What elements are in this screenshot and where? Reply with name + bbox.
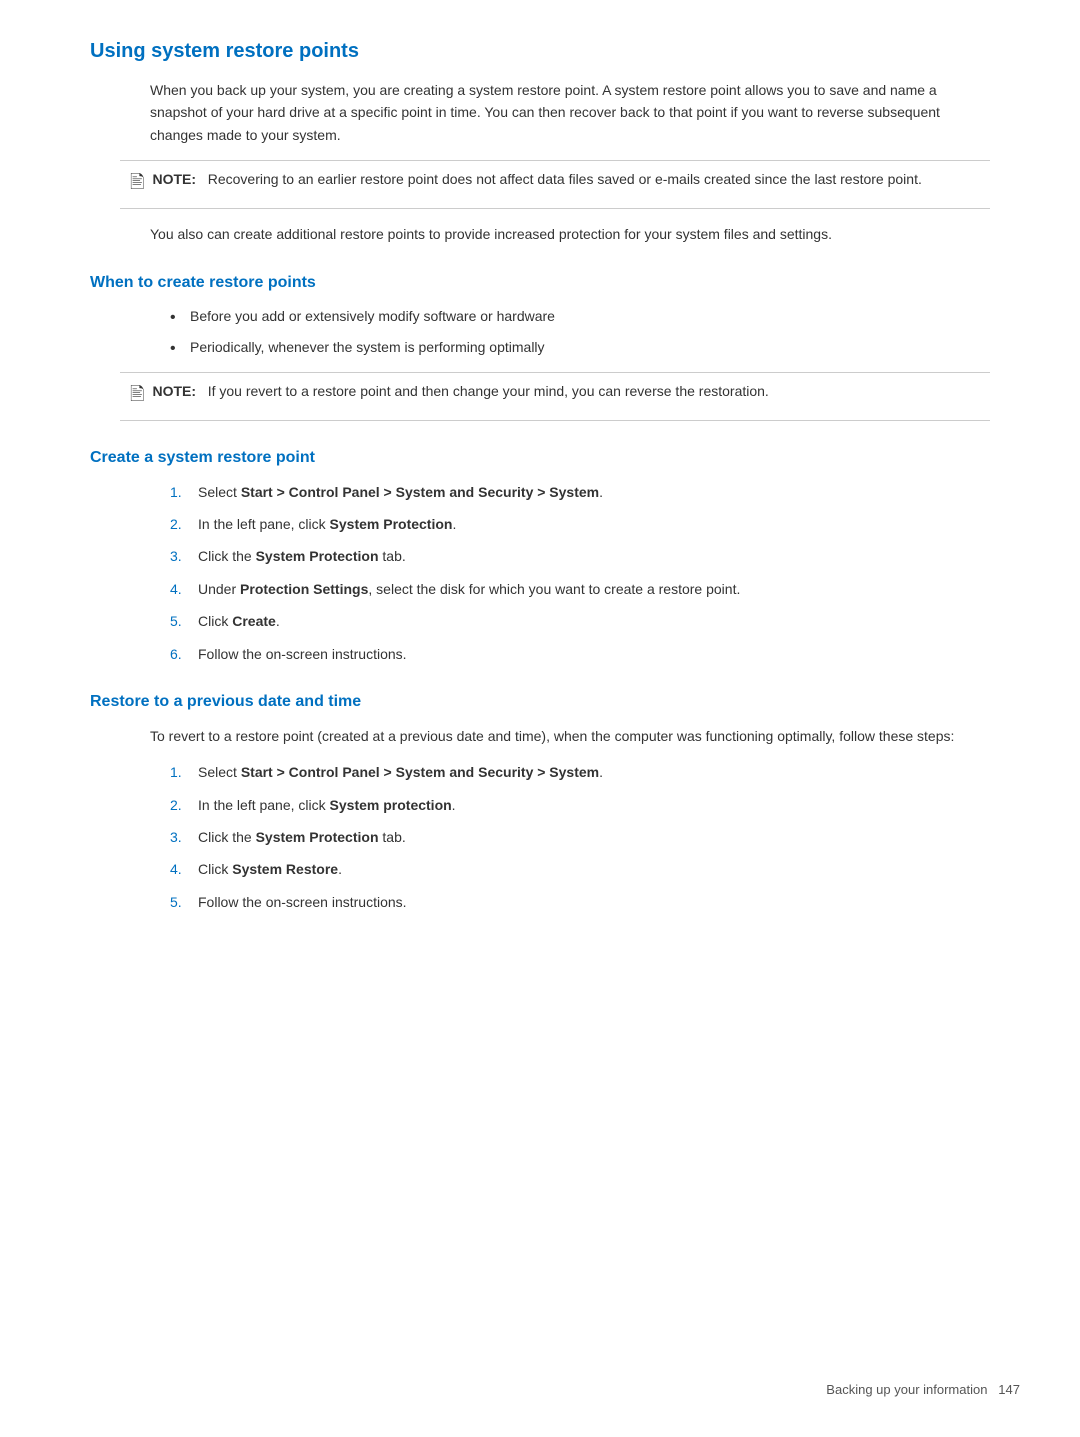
step-number: 5.: [170, 610, 182, 632]
step-text: In the left pane, click System Protectio…: [198, 516, 456, 532]
when-title: When to create restore points: [90, 274, 990, 292]
step-number: 2.: [170, 794, 182, 816]
step-text: Click Create.: [198, 613, 280, 629]
list-item: 1. Select Start > Control Panel > System…: [170, 761, 990, 783]
step-number: 5.: [170, 891, 182, 913]
when-bullet-list: Before you add or extensively modify sof…: [170, 306, 990, 358]
list-item: 4. Under Protection Settings, select the…: [170, 578, 990, 600]
list-item: Before you add or extensively modify sof…: [170, 306, 990, 327]
list-item: 2. In the left pane, click System Protec…: [170, 513, 990, 535]
additional-text: You also can create additional restore p…: [150, 223, 990, 245]
list-item: 5. Click Create.: [170, 610, 990, 632]
footer: Backing up your information 147: [826, 1382, 1020, 1397]
note-icon-2: 🖹: [130, 382, 144, 412]
list-item: 6. Follow the on-screen instructions.: [170, 643, 990, 665]
note-content-2: NOTE: If you revert to a restore point a…: [152, 381, 768, 402]
page-number: 147: [998, 1382, 1020, 1397]
step-number: 2.: [170, 513, 182, 535]
step-text: Follow the on-screen instructions.: [198, 646, 407, 662]
step-number: 4.: [170, 578, 182, 600]
step-number: 4.: [170, 858, 182, 880]
step-text: Under Protection Settings, select the di…: [198, 581, 740, 597]
list-item: 5. Follow the on-screen instructions.: [170, 891, 990, 913]
step-number: 6.: [170, 643, 182, 665]
list-item: 1. Select Start > Control Panel > System…: [170, 481, 990, 503]
step-text: Follow the on-screen instructions.: [198, 894, 407, 910]
step-text: In the left pane, click System protectio…: [198, 797, 456, 813]
note-label-1: NOTE:: [152, 171, 196, 187]
step-text: Click System Restore.: [198, 861, 342, 877]
intro-paragraph: When you back up your system, you are cr…: [150, 79, 990, 146]
create-steps-list: 1. Select Start > Control Panel > System…: [170, 481, 990, 665]
step-number: 3.: [170, 545, 182, 567]
create-title: Create a system restore point: [90, 449, 990, 467]
restore-title: Restore to a previous date and time: [90, 693, 990, 711]
list-item: 4. Click System Restore.: [170, 858, 990, 880]
note-label-2: NOTE:: [152, 383, 196, 399]
note-icon-1: 🖹: [130, 170, 144, 200]
step-text: Click the System Protection tab.: [198, 829, 406, 845]
restore-intro: To revert to a restore point (created at…: [150, 725, 990, 747]
list-item: 2. In the left pane, click System protec…: [170, 794, 990, 816]
restore-steps-list: 1. Select Start > Control Panel > System…: [170, 761, 990, 913]
note-text-1: Recovering to an earlier restore point d…: [208, 171, 922, 187]
step-text: Select Start > Control Panel > System an…: [198, 484, 603, 500]
page-content: Using system restore points When you bac…: [90, 40, 990, 913]
step-text: Select Start > Control Panel > System an…: [198, 764, 603, 780]
step-number: 1.: [170, 761, 182, 783]
list-item: Periodically, whenever the system is per…: [170, 337, 990, 358]
list-item: 3. Click the System Protection tab.: [170, 826, 990, 848]
step-number: 3.: [170, 826, 182, 848]
note-content-1: NOTE: Recovering to an earlier restore p…: [152, 169, 921, 190]
note-box-2: 🖹 NOTE: If you revert to a restore point…: [120, 372, 990, 421]
note-box-1: 🖹 NOTE: Recovering to an earlier restore…: [120, 160, 990, 209]
list-item: 3. Click the System Protection tab.: [170, 545, 990, 567]
note-text-2: If you revert to a restore point and the…: [208, 383, 769, 399]
step-text: Click the System Protection tab.: [198, 548, 406, 564]
main-title: Using system restore points: [90, 40, 990, 63]
footer-text: Backing up your information: [826, 1382, 987, 1397]
step-number: 1.: [170, 481, 182, 503]
